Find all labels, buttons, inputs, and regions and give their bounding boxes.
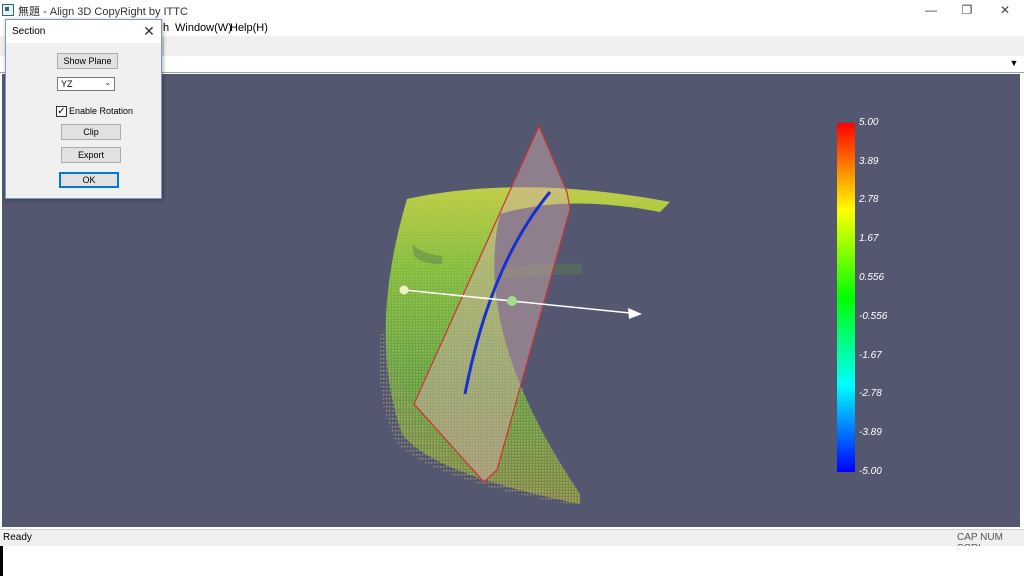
colorbar-label: 3.89: [859, 156, 879, 167]
window-titlebar: 無題 - Align 3D CopyRight by ITTC — ❐ ✕: [0, 0, 1024, 19]
bottom-area: [0, 546, 1024, 576]
restore-icon: ❐: [961, 2, 973, 17]
dialog-title: Section: [12, 26, 46, 37]
window-title: 無題 - Align 3D CopyRight by ITTC: [18, 6, 188, 18]
colorbar-label: -2.78: [859, 388, 882, 399]
clip-button[interactable]: Clip: [61, 124, 121, 140]
show-plane-button[interactable]: Show Plane: [57, 53, 118, 69]
minimize-button[interactable]: —: [912, 0, 950, 19]
status-text: Ready: [3, 532, 32, 543]
dialog-close-button[interactable]: ✕: [139, 23, 159, 39]
colorbar: [837, 123, 855, 472]
dropdown-arrow-icon[interactable]: ▼: [1008, 57, 1020, 69]
bottom-edge: [0, 546, 3, 576]
section-dialog: Section ✕ Show Plane YZ ⌄ ✓ Enable Rotat…: [5, 19, 162, 199]
colorbar-label: -0.556: [859, 311, 888, 322]
restore-button[interactable]: ❐: [948, 0, 986, 19]
enable-rotation-checkbox[interactable]: ✓: [56, 106, 67, 117]
menu-item-window[interactable]: Window(W): [175, 22, 232, 34]
colorbar-label: -5.00: [859, 466, 882, 477]
export-button[interactable]: Export: [61, 147, 121, 163]
colorbar-label: 2.78: [859, 194, 879, 205]
menu-item-partial[interactable]: h: [163, 22, 169, 34]
enable-rotation-label: Enable Rotation: [69, 106, 134, 116]
colorbar-label: -1.67: [859, 350, 882, 361]
statusbar: Ready CAP NUM SCRL: [0, 529, 1024, 554]
menu-item-help[interactable]: Help(H): [230, 22, 268, 34]
chevron-down-icon: ⌄: [104, 78, 111, 87]
plane-select[interactable]: YZ ⌄: [57, 77, 115, 91]
colorbar-label: -3.89: [859, 427, 882, 438]
plane-select-value: YZ: [61, 79, 73, 89]
colorbar-label: 5.00: [859, 117, 879, 128]
close-icon: ✕: [999, 2, 1011, 17]
dialog-titlebar[interactable]: Section ✕: [6, 20, 161, 43]
colorbar-label: 0.556: [859, 272, 885, 283]
app-icon: [2, 4, 14, 16]
minimize-icon: —: [925, 2, 937, 17]
colorbar-label: 1.67: [859, 233, 879, 244]
ok-button[interactable]: OK: [59, 172, 119, 188]
close-button[interactable]: ✕: [986, 0, 1024, 19]
close-icon: ✕: [143, 22, 155, 39]
